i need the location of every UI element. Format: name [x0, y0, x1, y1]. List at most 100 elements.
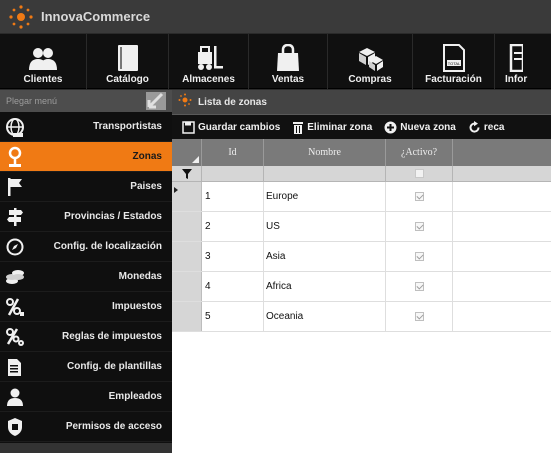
- activo-checkbox[interactable]: [414, 252, 424, 261]
- sidebar-item-config-plantillas[interactable]: Config. de plantillas: [0, 352, 172, 382]
- sidebar-item-zonas[interactable]: Zonas: [0, 142, 172, 172]
- sidebar-item-monedas[interactable]: Monedas: [0, 262, 172, 292]
- cell-nombre[interactable]: US: [264, 212, 386, 241]
- row-selector[interactable]: [172, 302, 202, 331]
- sidebar-item-label: Reglas de impuestos: [61, 331, 162, 342]
- new-zone-label: Nueva zona: [400, 121, 456, 133]
- delete-zone-label: Eliminar zona: [307, 121, 373, 133]
- cell-id[interactable]: 3: [202, 242, 264, 271]
- activo-checkbox[interactable]: [414, 222, 424, 231]
- column-header-id[interactable]: Id: [202, 139, 264, 166]
- filter-activo-checkbox[interactable]: [414, 169, 424, 178]
- percent-gear-icon: [4, 326, 26, 348]
- save-changes-button[interactable]: Guardar cambios: [182, 120, 280, 134]
- reload-button[interactable]: reca: [468, 120, 504, 134]
- sidebar-item-label: Permisos de acceso: [65, 421, 162, 432]
- zones-panel: Lista de zonas Guardar cambios Eliminar …: [172, 90, 551, 453]
- cell-id[interactable]: 1: [202, 182, 264, 211]
- panel-header: Lista de zonas: [172, 90, 551, 115]
- menu-item-facturacion[interactable]: TOTAL Facturación: [413, 34, 495, 89]
- collapse-icon[interactable]: [146, 92, 166, 110]
- cell-id[interactable]: 2: [202, 212, 264, 241]
- grid-header-row: Id Nombre ¿Activo?: [172, 139, 551, 166]
- sidebar-item-impuestos[interactable]: Impuestos: [0, 292, 172, 322]
- filter-nombre-cell[interactable]: [264, 166, 386, 181]
- cell-empty: [453, 212, 551, 241]
- cell-nombre[interactable]: Europe: [264, 182, 386, 211]
- menu-item-catalogo[interactable]: Catálogo: [87, 34, 169, 89]
- cell-id[interactable]: 4: [202, 272, 264, 301]
- table-row[interactable]: 3 Asia: [172, 242, 551, 272]
- sidebar-item-transportistas[interactable]: Transportistas: [0, 112, 172, 142]
- filter-icon[interactable]: [172, 166, 202, 181]
- table-row[interactable]: 2 US: [172, 212, 551, 242]
- activo-checkbox[interactable]: [414, 192, 424, 201]
- sidebar-item-reglas-impuestos[interactable]: Reglas de impuestos: [0, 322, 172, 352]
- sidebar-item-empleados[interactable]: Empleados: [0, 382, 172, 412]
- cell-activo[interactable]: [386, 302, 453, 331]
- panel-title: Lista de zonas: [198, 96, 267, 108]
- sidebar-item-provincias[interactable]: Provincias / Estados: [0, 202, 172, 232]
- activo-checkbox[interactable]: [414, 282, 424, 291]
- title-bar: InnovaCommerce: [0, 0, 551, 34]
- menu-label: Infor: [505, 74, 528, 85]
- percent-icon: [4, 296, 26, 318]
- sidebar-item-config-localizacion[interactable]: Config. de localización: [0, 232, 172, 262]
- filter-activo-cell[interactable]: [386, 166, 453, 181]
- boxes-icon: [359, 48, 383, 71]
- compass-icon: [4, 236, 26, 258]
- select-all-cell[interactable]: [172, 139, 202, 166]
- column-header-nombre[interactable]: Nombre: [264, 139, 386, 166]
- activo-checkbox[interactable]: [414, 312, 424, 321]
- menu-item-compras[interactable]: Compras: [328, 34, 413, 89]
- row-selector[interactable]: [172, 272, 202, 301]
- menu-item-clientes[interactable]: Clientes: [0, 34, 87, 89]
- sidebar: Plegar menú Transportistas Zonas Paises …: [0, 90, 172, 453]
- svg-text:TOTAL: TOTAL: [447, 61, 460, 66]
- table-row[interactable]: 1 Europe: [172, 182, 551, 212]
- table-row[interactable]: 5 Oceania: [172, 302, 551, 332]
- cell-id[interactable]: 5: [202, 302, 264, 331]
- sidebar-item-label: Empleados: [108, 391, 162, 402]
- new-zone-button[interactable]: Nueva zona: [384, 121, 456, 134]
- row-selector[interactable]: [172, 182, 202, 211]
- cell-activo[interactable]: [386, 272, 453, 301]
- user-icon: [4, 386, 26, 408]
- row-selector[interactable]: [172, 212, 202, 241]
- menu-label: Clientes: [23, 74, 63, 85]
- cell-activo[interactable]: [386, 212, 453, 241]
- signpost-icon: [4, 206, 26, 228]
- sidebar-item-label: Paises: [130, 181, 162, 192]
- panel-logo-icon: [178, 93, 192, 112]
- row-selector[interactable]: [172, 242, 202, 271]
- delete-zone-button[interactable]: Eliminar zona: [292, 121, 372, 134]
- column-header-activo[interactable]: ¿Activo?: [386, 139, 453, 166]
- plus-circle-icon: [384, 121, 397, 133]
- map-pin-icon: [4, 146, 26, 168]
- column-header-empty: [453, 139, 551, 166]
- menu-item-informes[interactable]: Infor: [495, 34, 551, 89]
- sidebar-item-paises[interactable]: Paises: [0, 172, 172, 202]
- cell-nombre[interactable]: Africa: [264, 272, 386, 301]
- menu-item-ventas[interactable]: Ventas: [249, 34, 328, 89]
- cell-activo[interactable]: [386, 182, 453, 211]
- cell-empty: [453, 302, 551, 331]
- sidebar-item-label: Impuestos: [111, 301, 162, 312]
- cell-activo[interactable]: [386, 242, 453, 271]
- collapse-menu-bar[interactable]: Plegar menú: [0, 90, 172, 112]
- app-title: InnovaCommerce: [41, 9, 151, 24]
- filter-id-cell[interactable]: [202, 166, 264, 181]
- sidebar-item-permisos-acceso[interactable]: Permisos de acceso: [0, 412, 172, 442]
- innova-logo-icon: [6, 2, 36, 32]
- invoice-icon: TOTAL: [442, 44, 465, 72]
- globe-icon: [4, 116, 26, 138]
- report-icon: [509, 44, 523, 72]
- shield-icon: [4, 416, 26, 438]
- menu-label: Compras: [348, 74, 392, 85]
- menu-label: Almacenes: [182, 74, 235, 85]
- menu-item-almacenes[interactable]: Almacenes: [169, 34, 249, 89]
- cell-nombre[interactable]: Oceania: [264, 302, 386, 331]
- toolbar: Guardar cambios Eliminar zona Nueva zona…: [172, 115, 551, 139]
- table-row[interactable]: 4 Africa: [172, 272, 551, 302]
- cell-nombre[interactable]: Asia: [264, 242, 386, 271]
